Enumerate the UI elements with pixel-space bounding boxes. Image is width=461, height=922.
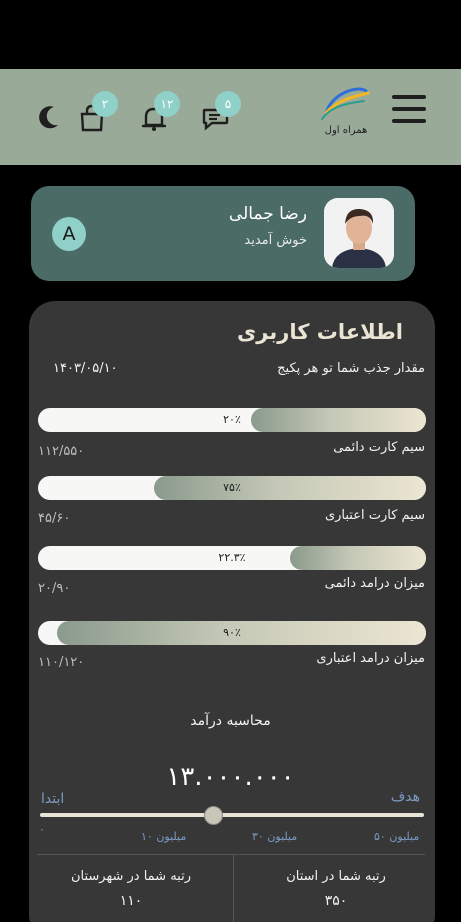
progress-percent: ۷۵٪ <box>223 481 241 494</box>
bar-label: سیم کارت دائمی <box>333 440 425 455</box>
moon-icon[interactable] <box>34 101 66 133</box>
progress-percent: ۲۲.۳٪ <box>218 551 246 564</box>
bar-value: ۲۰/۹۰ <box>38 581 71 596</box>
slider-tick: ۵۰ میلیون <box>374 830 420 843</box>
bar-label: میزان درامد اعتباری <box>316 651 425 666</box>
progress-bar: ۲۰٪ <box>38 408 426 432</box>
rank-city-label: رتبه شما در شهرستان <box>70 869 191 884</box>
slider-tick: ۱۰ میلیون <box>141 830 187 843</box>
slider-tick: ۰ <box>39 823 45 836</box>
divider <box>233 855 234 922</box>
progress-bar: ۲۲.۳٪ <box>38 546 426 570</box>
card-title: اطلاعات کاربری <box>237 320 403 344</box>
avatar[interactable] <box>324 198 394 268</box>
bar-label: سیم کارت اعتباری <box>324 508 425 523</box>
progress-percent: ۹۰٪ <box>223 626 241 639</box>
bar-label: میزان درامد دائمی <box>324 576 425 591</box>
rank-city-value: ۱۱۰ <box>119 893 143 909</box>
menu-icon[interactable] <box>392 95 426 123</box>
bar-value: ۱۱۲/۵۵۰ <box>38 444 85 459</box>
goal-label: هدف <box>390 789 420 805</box>
chat-badge: ۵ <box>215 91 241 117</box>
welcome-text: خوش آمدید <box>244 233 307 248</box>
calc-title: محاسبه درآمد <box>190 713 271 729</box>
progress-percent: ۲۰٪ <box>223 413 241 426</box>
bar-value: ۱۱۰/۱۲۰ <box>38 655 85 670</box>
rank-province-value: ۳۵۰ <box>324 893 348 909</box>
income-slider-track[interactable] <box>40 813 424 817</box>
bar-value: ۴۵/۶۰ <box>38 511 71 526</box>
rank-province-label: رتبه شما در استان <box>286 869 386 884</box>
profile-card[interactable]: رضا جمالی خوش آمدید A <box>31 186 415 281</box>
progress-bar: ۷۵٪ <box>38 476 426 500</box>
start-label: ابتدا <box>41 791 65 807</box>
card-date: ۱۴۰۳/۰۵/۱۰ <box>53 361 118 376</box>
progress-bar: ۹۰٪ <box>38 621 426 645</box>
notifications-badge: ۱۲ <box>154 91 180 117</box>
logo-text: همراه اول <box>325 125 368 136</box>
operator-logo[interactable]: همراه اول <box>318 83 374 141</box>
profile-name: رضا جمالی <box>228 204 307 224</box>
divider <box>37 854 425 855</box>
account-initial-button[interactable]: A <box>52 217 86 251</box>
slider-tick: ۳۰ میلیون <box>252 830 298 843</box>
income-slider-thumb[interactable] <box>204 806 223 825</box>
card-subtitle: مقدار جذب شما تو هر پکیج <box>277 361 425 376</box>
cart-badge: ۲ <box>92 91 118 117</box>
income-amount: ۱۳.۰۰۰.۰۰۰ <box>166 762 295 792</box>
user-info-card <box>29 301 435 922</box>
